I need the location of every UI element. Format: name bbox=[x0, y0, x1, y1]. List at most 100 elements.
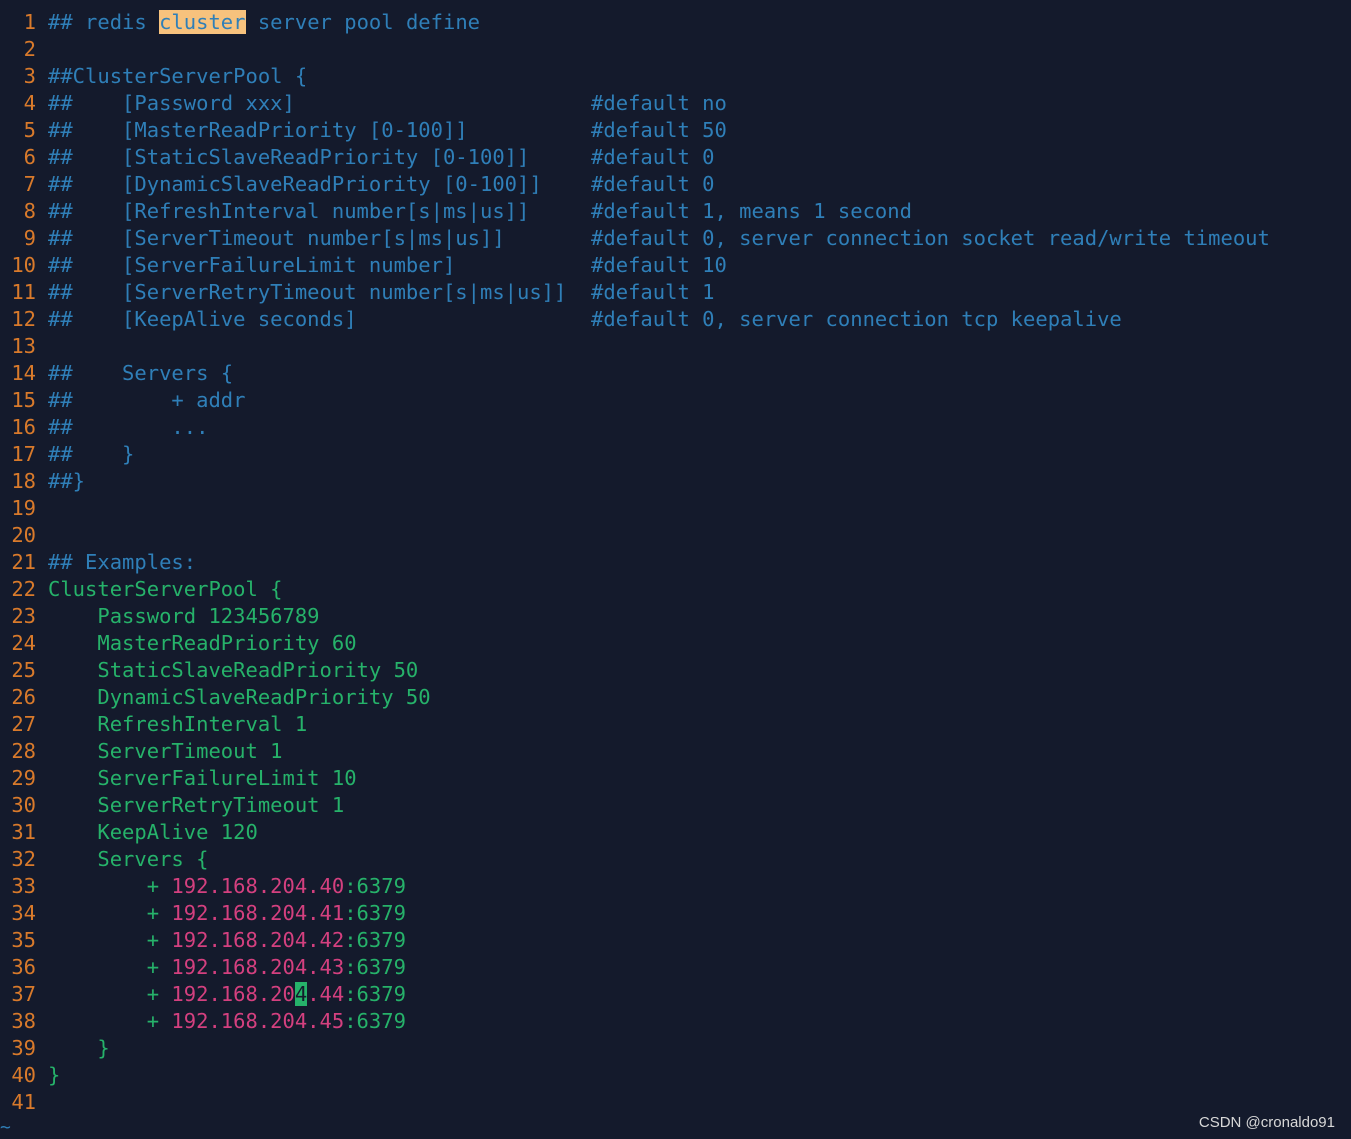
code-line[interactable]: 34 + 192.168.204.41:6379 bbox=[0, 900, 1351, 927]
port-number: :6379 bbox=[344, 928, 406, 952]
code-line[interactable]: 17 ## } bbox=[0, 441, 1351, 468]
code-line[interactable]: 28 ServerTimeout 1 bbox=[0, 738, 1351, 765]
line-text: ## redis cluster server pool define bbox=[48, 10, 480, 34]
code-line[interactable]: 14 ## Servers { bbox=[0, 360, 1351, 387]
code-line[interactable]: 26 DynamicSlaveReadPriority 50 bbox=[0, 684, 1351, 711]
code-line[interactable]: 11 ## [ServerRetryTimeout number[s|ms|us]… bbox=[0, 279, 1351, 306]
line-number: 31 bbox=[11, 820, 36, 844]
code-line[interactable]: 4 ## [Password xxx] #default no bbox=[0, 90, 1351, 117]
text-segment: ## redis bbox=[48, 10, 160, 34]
line-text: + 192.168.204.44:6379 bbox=[48, 982, 406, 1006]
code-line[interactable]: 10 ## [ServerFailureLimit number] #defaul… bbox=[0, 252, 1351, 279]
code-line[interactable]: 18 ##} bbox=[0, 468, 1351, 495]
code-line[interactable]: 41 bbox=[0, 1089, 1351, 1116]
line-number: 25 bbox=[11, 658, 36, 682]
line-number: 23 bbox=[11, 604, 36, 628]
vim-editor[interactable]: 1 ## redis cluster server pool define 2 3 ##… bbox=[0, 9, 1351, 1116]
text-segment: ## } bbox=[48, 442, 135, 466]
code-line[interactable]: 33 + 192.168.204.40:6379 bbox=[0, 873, 1351, 900]
ip-address: 192.168.20 bbox=[171, 982, 295, 1006]
code-line[interactable]: 23 Password 123456789 bbox=[0, 603, 1351, 630]
code-line[interactable]: 22 ClusterServerPool { bbox=[0, 576, 1351, 603]
line-text: KeepAlive 120 bbox=[48, 820, 258, 844]
line-text: + 192.168.204.40:6379 bbox=[48, 874, 406, 898]
text-segment: ## [DynamicSlaveReadPriority [0-100]] #d… bbox=[48, 172, 715, 196]
code-line[interactable]: 30 ServerRetryTimeout 1 bbox=[0, 792, 1351, 819]
line-text: ServerRetryTimeout 1 bbox=[48, 793, 344, 817]
code-line[interactable]: 24 MasterReadPriority 60 bbox=[0, 630, 1351, 657]
code-line[interactable]: 21 ## Examples: bbox=[0, 549, 1351, 576]
line-number: 6 bbox=[23, 145, 36, 169]
code-line[interactable]: 1 ## redis cluster server pool define bbox=[0, 9, 1351, 36]
line-text: ## } bbox=[48, 442, 134, 466]
code-line[interactable]: 25 StaticSlaveReadPriority 50 bbox=[0, 657, 1351, 684]
ip-address: 192.168.204.42 bbox=[171, 928, 345, 952]
text-segment: ## [ServerRetryTimeout number[s|ms|us]] … bbox=[48, 280, 715, 304]
code-line[interactable]: 31 KeepAlive 120 bbox=[0, 819, 1351, 846]
line-text: ## [Password xxx] #default no bbox=[48, 91, 727, 115]
text-segment: + bbox=[48, 901, 172, 925]
code-line[interactable]: 27 RefreshInterval 1 bbox=[0, 711, 1351, 738]
text-segment: ## [KeepAlive seconds] #default 0, serve… bbox=[48, 307, 1122, 331]
line-number: 4 bbox=[23, 91, 36, 115]
end-of-buffer-tilde: ~ bbox=[0, 1117, 11, 1138]
code-line[interactable]: 7 ## [DynamicSlaveReadPriority [0-100]] #… bbox=[0, 171, 1351, 198]
port-number: :6379 bbox=[344, 874, 406, 898]
text-segment: ## + addr bbox=[48, 388, 246, 412]
line-number: 9 bbox=[23, 226, 36, 250]
line-number: 34 bbox=[11, 901, 36, 925]
line-text: Servers { bbox=[48, 847, 208, 871]
line-text: } bbox=[48, 1036, 109, 1060]
code-line[interactable]: 6 ## [StaticSlaveReadPriority [0-100]] #d… bbox=[0, 144, 1351, 171]
line-number: 20 bbox=[11, 523, 36, 547]
code-line[interactable]: 35 + 192.168.204.42:6379 bbox=[0, 927, 1351, 954]
code-line[interactable]: 15 ## + addr bbox=[0, 387, 1351, 414]
line-text: ##} bbox=[48, 469, 85, 493]
text-segment: + bbox=[48, 928, 172, 952]
code-line[interactable]: 39 } bbox=[0, 1035, 1351, 1062]
line-number: 32 bbox=[11, 847, 36, 871]
line-text: DynamicSlaveReadPriority 50 bbox=[48, 685, 430, 709]
code-line[interactable]: 20 bbox=[0, 522, 1351, 549]
line-number: 17 bbox=[11, 442, 36, 466]
text-segment: Password 123456789 bbox=[48, 604, 320, 628]
code-line[interactable]: 19 bbox=[0, 495, 1351, 522]
code-line[interactable]: 38 + 192.168.204.45:6379 bbox=[0, 1008, 1351, 1035]
text-segment: } bbox=[48, 1063, 61, 1087]
code-line[interactable]: 2 bbox=[0, 36, 1351, 63]
text-segment: + bbox=[48, 982, 172, 1006]
code-line[interactable]: 8 ## [RefreshInterval number[s|ms|us]] #d… bbox=[0, 198, 1351, 225]
port-number: :6379 bbox=[344, 1009, 406, 1033]
code-line[interactable]: 36 + 192.168.204.43:6379 bbox=[0, 954, 1351, 981]
line-number: 19 bbox=[11, 496, 36, 520]
text-segment: ClusterServerPool { bbox=[48, 577, 283, 601]
code-line[interactable]: 16 ## ... bbox=[0, 414, 1351, 441]
line-number: 30 bbox=[11, 793, 36, 817]
code-line[interactable]: 32 Servers { bbox=[0, 846, 1351, 873]
line-number: 1 bbox=[23, 10, 36, 34]
code-line[interactable]: 9 ## [ServerTimeout number[s|ms|us]] #def… bbox=[0, 225, 1351, 252]
line-text: ## [ServerFailureLimit number] #default … bbox=[48, 253, 727, 277]
line-number: 33 bbox=[11, 874, 36, 898]
text-segment: ## [ServerFailureLimit number] #default … bbox=[48, 253, 727, 277]
line-number: 39 bbox=[11, 1036, 36, 1060]
text-segment: RefreshInterval 1 bbox=[48, 712, 308, 736]
code-line[interactable]: 37 + 192.168.204.44:6379 bbox=[0, 981, 1351, 1008]
line-number: 21 bbox=[11, 550, 36, 574]
line-text: ##ClusterServerPool { bbox=[48, 64, 307, 88]
text-segment: ServerRetryTimeout 1 bbox=[48, 793, 345, 817]
line-number: 29 bbox=[11, 766, 36, 790]
code-line[interactable]: 29 ServerFailureLimit 10 bbox=[0, 765, 1351, 792]
line-number: 26 bbox=[11, 685, 36, 709]
code-line[interactable]: 13 bbox=[0, 333, 1351, 360]
code-line[interactable]: 40} bbox=[0, 1062, 1351, 1089]
line-number: 18 bbox=[11, 469, 36, 493]
line-number: 2 bbox=[23, 37, 36, 61]
line-number: 22 bbox=[11, 577, 36, 601]
code-line[interactable]: 3 ##ClusterServerPool { bbox=[0, 63, 1351, 90]
code-line[interactable]: 5 ## [MasterReadPriority [0-100]] #defaul… bbox=[0, 117, 1351, 144]
line-number: 8 bbox=[23, 199, 36, 223]
line-number: 12 bbox=[11, 307, 36, 331]
code-line[interactable]: 12 ## [KeepAlive seconds] #default 0, ser… bbox=[0, 306, 1351, 333]
text-segment: KeepAlive 120 bbox=[48, 820, 258, 844]
